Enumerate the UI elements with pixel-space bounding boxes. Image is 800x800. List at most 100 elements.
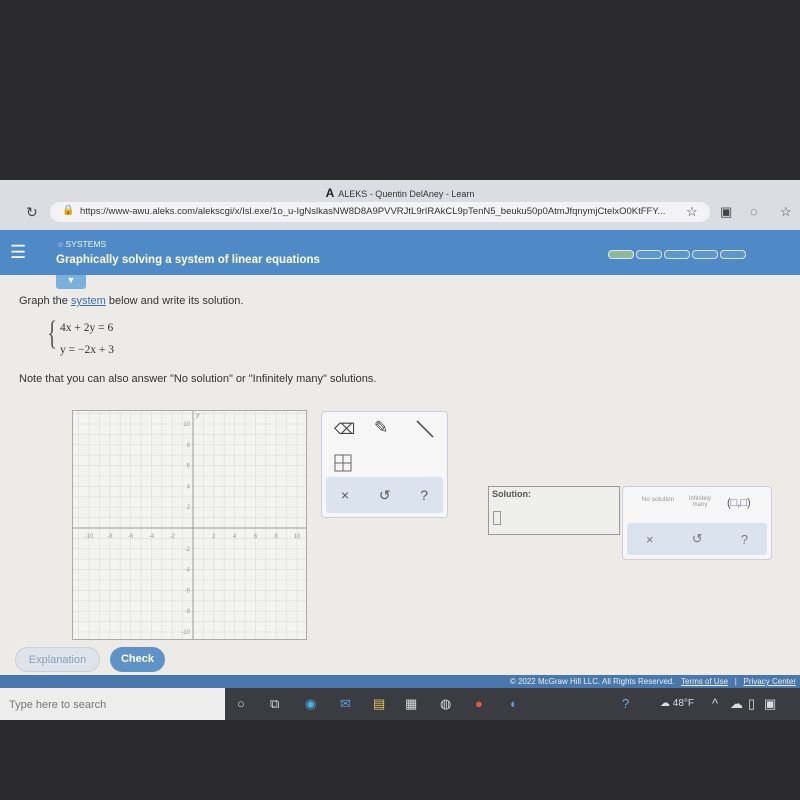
brace: { bbox=[47, 315, 58, 352]
prompt: Graph the system below and write its sol… bbox=[19, 295, 243, 307]
progress-segment bbox=[720, 250, 746, 259]
terms-link[interactable]: Terms of Use bbox=[681, 677, 728, 686]
page-title: Graphically solving a system of linear e… bbox=[56, 254, 320, 266]
y-tick-label: -2 bbox=[185, 547, 191, 553]
progress-segment bbox=[664, 250, 690, 259]
weather-temp: 48°F bbox=[672, 698, 695, 709]
equation-2: y = −2x + 3 bbox=[60, 344, 114, 356]
y-tick-label: 6 bbox=[187, 464, 191, 470]
prompt-text-end: below and write its solution. bbox=[105, 295, 244, 307]
prompt-text: Graph the bbox=[19, 295, 71, 307]
progress-segment bbox=[608, 250, 634, 259]
tray-chevron-icon[interactable]: ^ bbox=[712, 696, 718, 711]
y-tick-label: -10 bbox=[181, 630, 190, 636]
coordinate-plane[interactable]: -10 -8 -6 -4 -2 2 4 6 8 10 10 8 6 4 2 -2 -4 -6 -8 -10 x y bbox=[73, 411, 307, 640]
x-tick-label: 4 bbox=[233, 534, 237, 540]
answer-actions: × ↺ ? bbox=[627, 523, 767, 555]
y-tick-label: 10 bbox=[183, 422, 190, 428]
powerpoint-icon[interactable]: ● bbox=[475, 696, 483, 711]
collections-icon[interactable]: ▣ bbox=[720, 204, 732, 220]
graph-area[interactable]: -10 -8 -6 -4 -2 2 4 6 8 10 10 8 6 4 2 -2 -4 -6 -8 -10 x y bbox=[72, 410, 307, 640]
pencil-icon[interactable]: ✎ bbox=[374, 418, 388, 438]
check-button[interactable]: Check bbox=[110, 647, 165, 672]
cortana-icon[interactable]: ○ bbox=[237, 696, 245, 711]
x-tick-label: -6 bbox=[128, 534, 134, 540]
menu-icon[interactable]: ☰ bbox=[10, 242, 26, 263]
footer: © 2022 McGraw Hill LLC. All Rights Reser… bbox=[0, 675, 800, 688]
y-tick-label: -6 bbox=[185, 588, 191, 594]
graph-tools: ⌫ ✎ × ↺ ? bbox=[321, 411, 448, 518]
address-bar[interactable]: 🔒 https://www-awu.aleks.com/alekscgi/x/Is… bbox=[50, 202, 710, 222]
url-text: https://www-awu.aleks.com/alekscgi/x/Isl… bbox=[80, 206, 666, 217]
tab-title-text: ALEKS - Quentin DelAney - Learn bbox=[338, 189, 475, 199]
eraser-icon[interactable]: ⌫ bbox=[334, 420, 355, 438]
x-tick-label: 10 bbox=[294, 534, 301, 540]
x-tick-label: 2 bbox=[212, 534, 216, 540]
equation-1: 4x + 2y = 6 bbox=[60, 322, 114, 334]
solution-box[interactable]: Solution: bbox=[488, 486, 620, 535]
browser-chrome: A ALEKS - Quentin DelAney - Learn ↻ 🔒 http… bbox=[0, 180, 800, 230]
favorites-bar-icon[interactable]: ☆ bbox=[780, 204, 792, 220]
x-tick-label: -2 bbox=[170, 534, 176, 540]
x-tick-label: -10 bbox=[85, 534, 94, 540]
task-view-icon[interactable]: ⧉ bbox=[270, 696, 279, 712]
no-solution-button[interactable]: No solution bbox=[641, 496, 675, 503]
collapse-chevron-icon[interactable]: ▼ bbox=[56, 275, 86, 289]
section-label: ○ SYSTEMS bbox=[58, 239, 107, 249]
solution-input[interactable] bbox=[493, 511, 501, 525]
topic-header: ☰ ○ SYSTEMS Graphically solving a system… bbox=[0, 230, 800, 275]
x-tick-label: 6 bbox=[254, 534, 258, 540]
copyright: © 2022 McGraw Hill LLC. All Rights Reser… bbox=[509, 677, 675, 686]
battery-icon[interactable]: ▯ bbox=[748, 696, 755, 712]
y-tick-label: 2 bbox=[187, 505, 191, 511]
y-tick-label: -4 bbox=[185, 568, 191, 574]
lock-icon: 🔒 bbox=[62, 205, 75, 216]
explanation-button[interactable]: Explanation bbox=[15, 647, 100, 672]
x-tick-label: -8 bbox=[107, 534, 113, 540]
progress-segment bbox=[636, 250, 662, 259]
undo-button[interactable]: ↺ bbox=[379, 487, 391, 504]
progress-segment bbox=[692, 250, 718, 259]
undo-answer-button[interactable]: ↺ bbox=[692, 531, 703, 547]
x-tick-label: -4 bbox=[149, 534, 155, 540]
extensions-icon[interactable]: ◌ bbox=[750, 204, 758, 219]
graph-tool-actions: × ↺ ? bbox=[326, 477, 443, 513]
main-content: ▼ Graph the system below and write its s… bbox=[0, 275, 800, 675]
onedrive-icon[interactable]: ☁ bbox=[730, 696, 743, 712]
ordered-pair-button[interactable]: (□,□) bbox=[727, 497, 751, 509]
clear-answer-button[interactable]: × bbox=[646, 532, 654, 547]
app2-icon[interactable]: ◐ bbox=[510, 696, 518, 711]
weather[interactable]: ☁ 48°F bbox=[660, 698, 694, 709]
y-tick-label: -8 bbox=[185, 609, 191, 615]
x-axis-label: x bbox=[306, 519, 307, 526]
help-button[interactable]: ? bbox=[420, 487, 428, 503]
grid-point-icon[interactable] bbox=[334, 454, 352, 472]
network-icon[interactable]: ▣ bbox=[764, 696, 776, 712]
y-axis-label: y bbox=[195, 412, 200, 419]
reload-icon[interactable]: ↻ bbox=[26, 204, 38, 221]
note: Note that you can also answer "No soluti… bbox=[19, 373, 377, 385]
file-explorer-icon[interactable]: ▤ bbox=[373, 696, 385, 712]
privacy-link[interactable]: Privacy Center bbox=[744, 677, 796, 686]
section-text: SYSTEMS bbox=[65, 239, 107, 249]
y-tick-label: 8 bbox=[187, 443, 191, 449]
store-icon[interactable]: ▦ bbox=[405, 696, 417, 712]
solution-label: Solution: bbox=[492, 489, 531, 499]
infinitely-many-button[interactable]: Infinitely many bbox=[683, 496, 717, 508]
y-tick-label: 4 bbox=[187, 484, 191, 490]
mail-icon[interactable]: ✉ bbox=[340, 696, 351, 712]
answer-panel: No solution Infinitely many (□,□) × ↺ ? bbox=[622, 486, 772, 560]
system-link[interactable]: system bbox=[71, 295, 106, 307]
footer-separator: | bbox=[734, 677, 737, 686]
edge-icon[interactable]: ◉ bbox=[305, 696, 316, 712]
clear-button[interactable]: × bbox=[341, 487, 349, 503]
app-icon[interactable]: ◍ bbox=[440, 696, 451, 712]
x-tick-label: 8 bbox=[275, 534, 279, 540]
line-icon[interactable] bbox=[414, 418, 436, 440]
tab-title: A ALEKS - Quentin DelAney - Learn bbox=[325, 186, 475, 200]
help-icon[interactable]: ? bbox=[622, 696, 629, 711]
taskbar: Type here to search ○ ⧉ ◉ ✉ ▤ ▦ ◍ ● ◐ ? … bbox=[0, 688, 800, 720]
taskbar-search[interactable]: Type here to search bbox=[0, 688, 225, 720]
help-answer-button[interactable]: ? bbox=[741, 532, 748, 547]
favorite-icon[interactable]: ☆ bbox=[686, 204, 698, 220]
